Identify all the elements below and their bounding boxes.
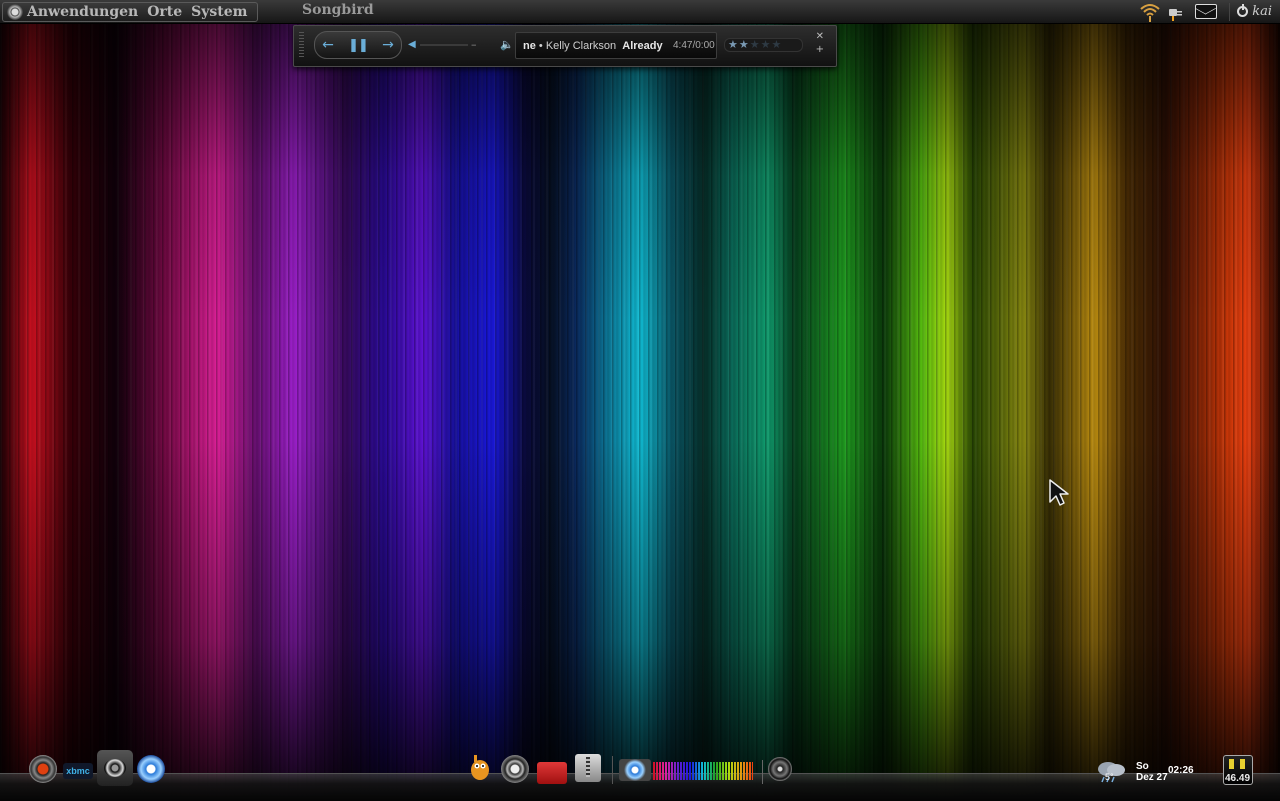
camera-lens-icon bbox=[104, 759, 126, 777]
speaker-icon[interactable] bbox=[768, 757, 792, 781]
menu-places[interactable]: Orte bbox=[147, 4, 182, 20]
track-info-scroller: ne • Kelly Clarkson Already bbox=[523, 39, 663, 52]
track-rating[interactable]: ★★★★★ bbox=[724, 38, 803, 52]
track-title: Already bbox=[622, 39, 663, 52]
transport-controls: ← ❚❚ → bbox=[314, 31, 402, 59]
previous-track-button[interactable]: ← bbox=[322, 38, 334, 52]
mouse-pointer-icon bbox=[1049, 479, 1069, 506]
songbird-mini-player: ← ❚❚ → ◀ – 🔈 ne • Kelly Clarkson Already… bbox=[293, 25, 837, 67]
system-settings-icon[interactable] bbox=[501, 755, 529, 783]
menu-system[interactable]: System bbox=[191, 4, 247, 20]
next-track-button[interactable]: → bbox=[382, 38, 394, 52]
clock-date: Dez 27 bbox=[1136, 772, 1168, 783]
rating-star[interactable]: ★ bbox=[772, 38, 783, 51]
track-time: 4:47/0:00 bbox=[673, 40, 715, 51]
volume-slider[interactable] bbox=[420, 44, 468, 46]
meter-bar-right bbox=[1240, 759, 1245, 769]
archive-box-icon[interactable] bbox=[575, 754, 601, 782]
wallpaper-vignette bbox=[0, 0, 1280, 800]
clock-day: So bbox=[1136, 761, 1149, 772]
expand-button[interactable]: + bbox=[816, 44, 824, 55]
meter-value: 46.49 bbox=[1225, 773, 1251, 784]
xbmc-icon[interactable]: xbmc bbox=[63, 763, 93, 779]
close-button[interactable]: ✕ bbox=[816, 31, 824, 42]
gimp-icon[interactable] bbox=[468, 754, 492, 782]
artist-name: Kelly Clarkson bbox=[545, 39, 617, 52]
ubuntu-tweak-icon[interactable] bbox=[29, 755, 57, 783]
mail-icon[interactable] bbox=[1195, 4, 1218, 19]
now-playing-display: ne • Kelly Clarkson Already 4:47/0:00 bbox=[515, 32, 717, 59]
menu-applications[interactable]: Anwendungen bbox=[27, 4, 138, 20]
volume-high-icon[interactable]: 🔈 bbox=[500, 38, 514, 51]
power-plug-icon[interactable] bbox=[1167, 3, 1185, 21]
weather-temperature: 5° bbox=[1105, 772, 1114, 782]
chromium-icon[interactable] bbox=[619, 759, 651, 781]
volume-low-icon[interactable]: ◀ bbox=[408, 39, 416, 50]
screenshot-camera-icon[interactable] bbox=[97, 750, 133, 786]
rating-star[interactable]: ★ bbox=[750, 38, 761, 51]
chromium-icon[interactable] bbox=[137, 755, 165, 783]
active-window-title[interactable]: Songbird bbox=[302, 2, 374, 18]
rating-star[interactable]: ★ bbox=[761, 38, 772, 51]
scroll-prefix: ne bbox=[523, 39, 536, 52]
wifi-icon[interactable] bbox=[1139, 2, 1161, 22]
ubuntu-logo-icon[interactable] bbox=[7, 4, 23, 20]
visualizer-group bbox=[612, 756, 757, 784]
clock-date-block[interactable]: So Dez 27 bbox=[1136, 761, 1168, 784]
user-session-menu[interactable]: kai bbox=[1229, 2, 1278, 21]
pause-button[interactable]: ❚❚ bbox=[348, 39, 369, 52]
player-drag-handle[interactable] bbox=[299, 32, 304, 58]
top-panel: Anwendungen Orte System Songbird kai bbox=[0, 0, 1280, 24]
rating-star[interactable]: ★ bbox=[728, 38, 739, 51]
user-name: kai bbox=[1252, 4, 1272, 19]
clock-time[interactable]: 02:26 bbox=[1168, 765, 1194, 776]
archive-zipper-icon bbox=[586, 757, 590, 777]
dock-separator bbox=[762, 760, 763, 784]
main-menu-bar: Anwendungen Orte System bbox=[2, 2, 258, 22]
volume-slider-handle[interactable]: – bbox=[471, 38, 477, 51]
rating-star[interactable]: ★ bbox=[739, 38, 750, 51]
red-folder-icon[interactable] bbox=[537, 762, 567, 784]
system-tray: kai bbox=[1139, 0, 1280, 23]
meter-bar-left bbox=[1229, 759, 1234, 769]
desktop-wallpaper bbox=[0, 0, 1280, 800]
spectrum-visualizer-icon[interactable] bbox=[653, 762, 753, 780]
power-icon[interactable] bbox=[1237, 4, 1249, 17]
